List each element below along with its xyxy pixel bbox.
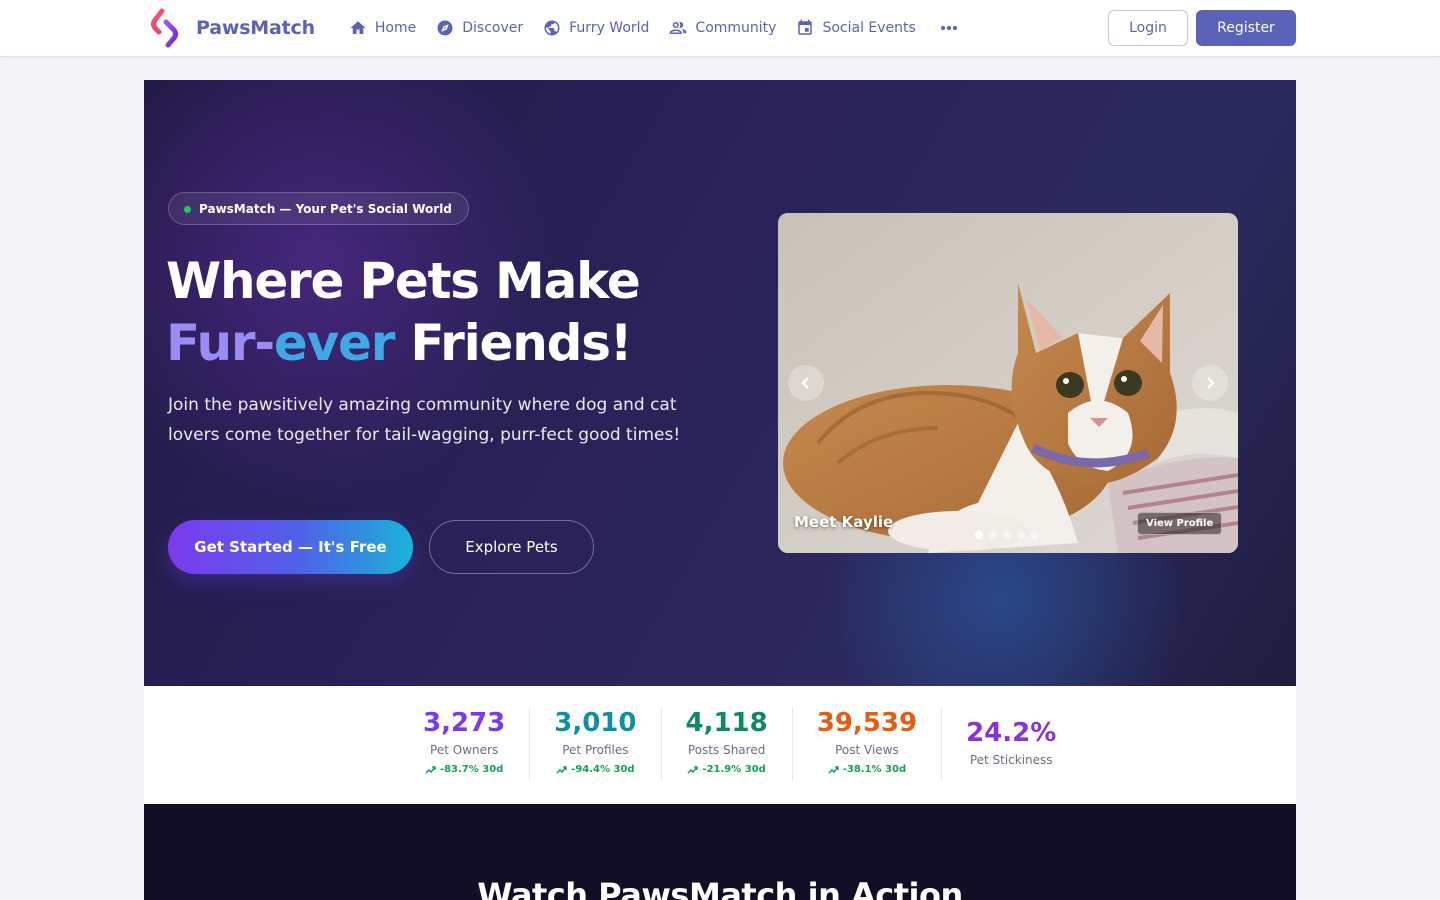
compass-icon [437, 20, 453, 36]
pet-carousel: Meet Kaylie View Profile [778, 213, 1238, 553]
login-button[interactable]: Login [1108, 10, 1188, 46]
stat-label: Pet Stickiness [969, 753, 1053, 767]
pawsmatch-logo-icon [151, 8, 178, 48]
stat-label: Posts Shared [687, 743, 766, 757]
globe-icon [544, 20, 560, 36]
trending-up-icon [828, 765, 839, 774]
nav-item-label: Home [374, 20, 417, 36]
hero-title-gradient-b: ever [273, 314, 395, 372]
stat-value: 3,273 [423, 708, 506, 738]
stat-posts-shared: 4,118 Posts Shared -21.9% 30d [662, 708, 793, 780]
stat-label: Post Views [835, 743, 899, 757]
hero-title-rest: Friends! [394, 314, 632, 372]
hero-title-line-2: Fur-ever Friends! [166, 312, 726, 374]
nav-item-discover[interactable]: Discover [426, 0, 533, 56]
hero-subtitle: Join the pawsitively amazing community w… [168, 395, 681, 445]
carousel-dots [975, 531, 1039, 539]
carousel-dot[interactable] [989, 531, 997, 539]
brand-logo[interactable]: PawsMatch [150, 8, 315, 48]
hero-badge: PawsMatch — Your Pet's Social World [168, 192, 469, 225]
nav-item-social-events[interactable]: Social Events [786, 0, 925, 56]
more-dots-icon [940, 26, 957, 30]
stat-label: Pet Owners [430, 743, 499, 757]
trending-up-icon [425, 765, 436, 774]
trending-up-icon [556, 765, 567, 774]
hero-title: Where Pets Make Fur-ever Friends! [166, 250, 726, 374]
carousel-caption: Meet Kaylie [794, 513, 894, 531]
brand-name: PawsMatch [196, 17, 315, 39]
get-started-button[interactable]: Get Started — It's Free [168, 520, 413, 574]
stat-trend-text: -21.9% 30d [702, 764, 766, 775]
status-dot-icon [184, 206, 191, 213]
nav-item-furry-world[interactable]: Furry World [533, 0, 659, 56]
stat-post-views: 39,539 Post Views -38.1% 30d [793, 708, 943, 780]
nav-item-label: Furry World [569, 20, 650, 36]
stat-trend: -94.4% 30d [554, 764, 636, 775]
stat-pet-stickiness: 24.2% Pet Stickiness [942, 708, 1080, 780]
carousel-prev-button[interactable] [788, 365, 824, 401]
auth-actions: Login Register [1108, 10, 1296, 46]
stat-trend: -38.1% 30d [817, 764, 917, 775]
nav-item-home[interactable]: Home [339, 0, 426, 56]
chevron-right-icon [1207, 377, 1215, 389]
navbar-inner: PawsMatch Home Discover Furry World Comm… [144, 0, 1296, 56]
carousel-dot[interactable] [1017, 531, 1025, 539]
stat-value: 39,539 [816, 708, 918, 738]
view-profile-button[interactable]: View Profile [1137, 512, 1223, 535]
main-nav: Home Discover Furry World Community Soci… [339, 0, 972, 56]
trending-up-icon [687, 765, 699, 774]
register-button[interactable]: Register [1196, 10, 1296, 46]
nav-item-label: Community [695, 20, 777, 36]
hero-title-line-1: Where Pets Make [166, 252, 641, 310]
stat-trend-text: -38.1% 30d [842, 764, 907, 775]
carousel-next-button[interactable] [1192, 365, 1228, 401]
explore-pets-button[interactable]: Explore Pets [429, 520, 594, 574]
chevron-left-icon [801, 377, 809, 389]
hero-title-gradient-a: Fur- [166, 314, 275, 372]
hero-section: PawsMatch — Your Pet's Social World Wher… [144, 80, 1296, 686]
carousel-dot[interactable] [1003, 531, 1011, 539]
stats-row: 3,273 Pet Owners -83.7% 30d 3,010 Pet Pr… [399, 708, 1080, 780]
people-icon [670, 22, 687, 34]
carousel-dot[interactable] [1031, 531, 1039, 539]
hero-badge-text: PawsMatch — Your Pet's Social World [199, 201, 452, 216]
nav-more-button[interactable] [926, 0, 972, 56]
nav-item-label: Social Events [822, 20, 916, 36]
stat-trend: -21.9% 30d [686, 764, 768, 775]
stat-trend: -83.7% 30d [423, 764, 505, 775]
video-section-title: Watch PawsMatch in Action [477, 876, 963, 900]
stats-bar: 3,273 Pet Owners -83.7% 30d 3,010 Pet Pr… [144, 686, 1296, 804]
nav-item-label: Discover [462, 20, 524, 36]
stat-label: Pet Profiles [562, 743, 629, 757]
video-section: Watch PawsMatch in Action [144, 804, 1296, 900]
stat-value: 24.2% [966, 718, 1057, 748]
stat-value: 4,118 [685, 708, 768, 738]
nav-item-community[interactable]: Community [659, 0, 786, 56]
home-icon [350, 21, 366, 34]
stat-pet-profiles: 3,010 Pet Profiles -94.4% 30d [530, 708, 662, 780]
stat-trend-text: -94.4% 30d [571, 764, 635, 775]
carousel-dot[interactable] [975, 531, 983, 539]
stat-pet-owners: 3,273 Pet Owners -83.7% 30d [399, 708, 531, 780]
top-navbar: PawsMatch Home Discover Furry World Comm… [0, 0, 1440, 57]
cat-photo [778, 213, 1238, 553]
stat-value: 3,010 [554, 708, 637, 738]
calendar-icon [798, 19, 813, 35]
stat-trend-text: -83.7% 30d [439, 764, 504, 775]
